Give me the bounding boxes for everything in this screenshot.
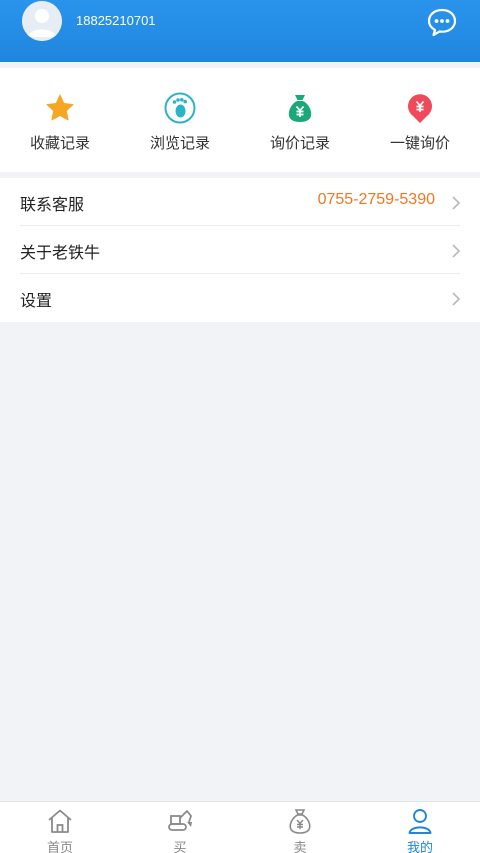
favorites-record-button[interactable]: 收藏记录: [0, 68, 120, 172]
support-phone-number[interactable]: 0755-2759-5390: [318, 191, 435, 209]
about-label: 关于老铁牛: [20, 243, 101, 262]
tab-sell-label: 卖: [293, 841, 307, 853]
star-icon: [46, 94, 74, 121]
chevron-right-icon: [452, 244, 461, 258]
browse-record-button[interactable]: 浏览记录: [120, 68, 240, 172]
settings-list: 联系客服 0755-2759-5390 关于老铁牛 设置: [0, 178, 480, 322]
message-button[interactable]: [426, 7, 458, 37]
contact-support-label: 联系客服: [20, 195, 85, 214]
price-tag-icon: [408, 94, 432, 123]
chevron-right-icon: [452, 196, 461, 210]
settings-row[interactable]: 设置: [0, 274, 480, 322]
tab-home-label: 首页: [46, 841, 73, 853]
about-row[interactable]: 关于老铁牛: [0, 226, 480, 274]
excavator-icon: [168, 810, 192, 831]
home-icon: [48, 809, 72, 833]
tab-sell[interactable]: 卖: [240, 802, 360, 853]
profile-header: 18825210701: [0, 0, 480, 62]
tab-home[interactable]: 首页: [0, 802, 120, 853]
money-bag-icon: [288, 95, 312, 122]
inquiry-record-button[interactable]: 询价记录: [240, 68, 360, 172]
inquiry-record-label: 询价记录: [269, 134, 330, 152]
user-phone: 18825210701: [76, 13, 156, 28]
one-click-inquiry-label: 一键询价: [389, 134, 450, 152]
chat-bubble-icon: [427, 8, 457, 37]
tab-mine-label: 我的: [406, 841, 433, 853]
chevron-right-icon: [452, 292, 461, 306]
tab-buy-label: 买: [173, 841, 187, 853]
user-icon: [408, 809, 432, 834]
settings-label: 设置: [20, 291, 53, 310]
contact-support-row[interactable]: 联系客服 0755-2759-5390: [0, 178, 480, 226]
quick-actions: 收藏记录 浏览记录 询价记录 一键询价: [0, 68, 480, 172]
tab-mine[interactable]: 我的: [360, 802, 480, 853]
browse-record-label: 浏览记录: [149, 134, 210, 152]
bottom-tab-bar: 首页 买 卖 我的: [0, 801, 480, 853]
one-click-inquiry-button[interactable]: 一键询价: [360, 68, 480, 172]
money-bag-icon: [289, 809, 311, 834]
favorites-record-label: 收藏记录: [29, 134, 90, 152]
footprint-icon: [164, 92, 196, 124]
tab-buy[interactable]: 买: [120, 802, 240, 853]
avatar-person-icon: [22, 1, 62, 41]
avatar[interactable]: [22, 1, 62, 41]
